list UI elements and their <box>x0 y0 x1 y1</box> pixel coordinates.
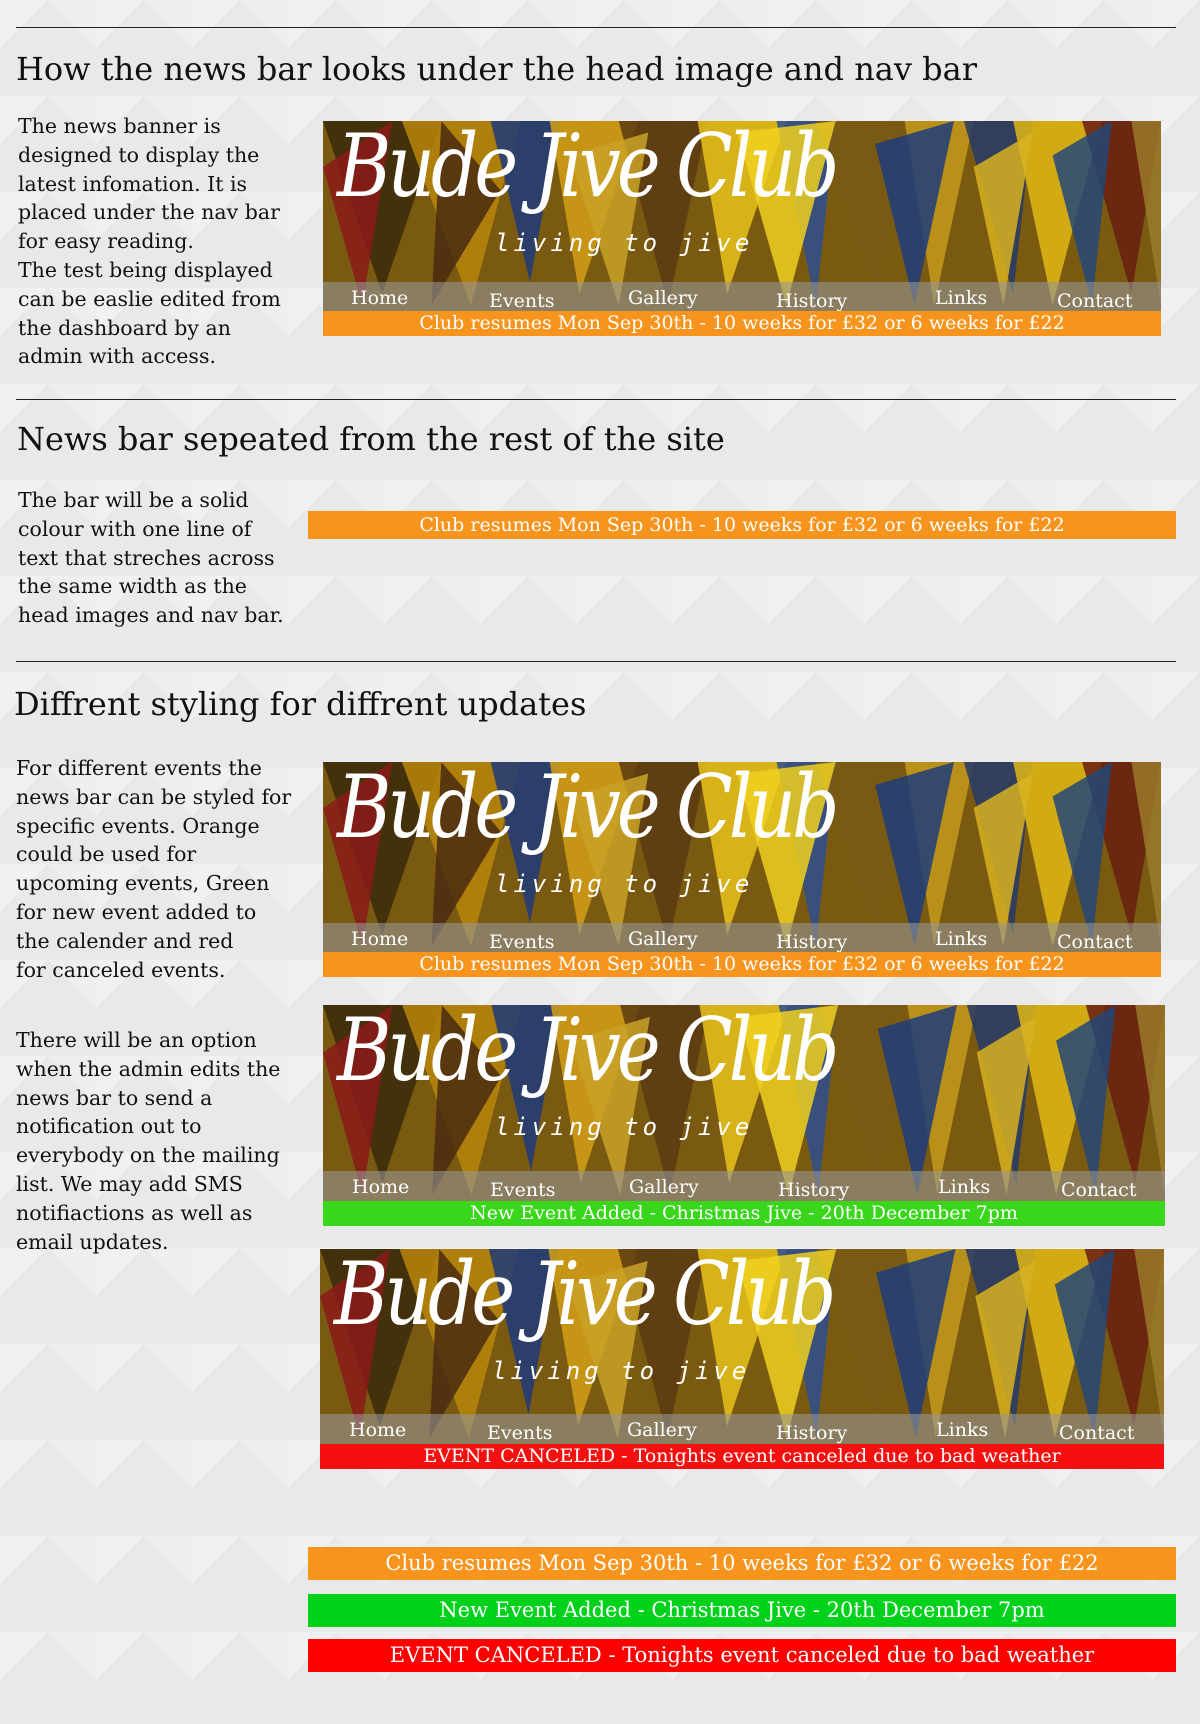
news-bar-sample-red: EVENT CANCELED - Tonights event canceled… <box>308 1639 1176 1672</box>
nav-bar: Home Events Gallery History Links Contact <box>320 1414 1164 1444</box>
banner-mockup-orange-2: Bude Jive Club living to jive Home Events Ga… <box>323 757 1161 977</box>
logo-wordmark: Bude Jive Club <box>337 999 839 1101</box>
section-paragraph-notifications: There will be an option when the admin e… <box>16 1028 281 1254</box>
nav-item-links[interactable]: Links <box>936 1419 988 1441</box>
nav-item-home[interactable]: Home <box>351 287 408 309</box>
nav-item-home[interactable]: Home <box>351 928 408 950</box>
divider <box>16 661 1176 662</box>
section-paragraph-news-bar-look: The news banner is designed to display t… <box>18 114 281 369</box>
nav-item-home[interactable]: Home <box>352 1176 409 1198</box>
banner-mockup-red: Bude Jive Club living to jive Home Events Ga… <box>320 1244 1164 1469</box>
section-heading-news-bar-look: How the news bar looks under the head im… <box>16 50 977 88</box>
nav-item-gallery[interactable]: Gallery <box>629 1176 699 1198</box>
nav-item-gallery[interactable]: Gallery <box>628 287 698 309</box>
news-bar-red: EVENT CANCELED - Tonights event canceled… <box>320 1444 1164 1469</box>
nav-item-events[interactable]: Events <box>489 931 554 953</box>
news-bar-orange: Club resumes Mon Sep 30th - 10 weeks for… <box>323 311 1161 336</box>
nav-item-links[interactable]: Links <box>935 928 987 950</box>
section-paragraph-different-styling: For different events the news bar can be… <box>16 756 292 982</box>
section-heading-different-styling: Diffrent styling for diffrent updates <box>14 685 587 723</box>
nav-item-contact[interactable]: Contact <box>1057 290 1132 312</box>
divider <box>16 27 1176 28</box>
banner-mockup-orange-1: Bude Jive Club living to jive Home Events Ga… <box>323 116 1161 336</box>
nav-bar: Home Events Gallery History Links Contact <box>323 282 1161 312</box>
nav-bar: Home Events Gallery History Links Contact <box>323 1171 1165 1201</box>
nav-item-gallery[interactable]: Gallery <box>628 928 698 950</box>
nav-item-history[interactable]: History <box>778 1179 849 1201</box>
nav-item-contact[interactable]: Contact <box>1059 1422 1134 1444</box>
nav-item-history[interactable]: History <box>776 290 847 312</box>
news-bar-standalone-orange: Club resumes Mon Sep 30th - 10 weeks for… <box>308 511 1176 539</box>
nav-item-links[interactable]: Links <box>935 287 987 309</box>
logo-tagline: living to jive <box>495 1113 754 1141</box>
nav-item-history[interactable]: History <box>776 931 847 953</box>
nav-item-contact[interactable]: Contact <box>1061 1179 1136 1201</box>
divider <box>16 399 1176 400</box>
logo-tagline: living to jive <box>495 229 754 257</box>
nav-item-events[interactable]: Events <box>487 1422 552 1444</box>
nav-item-links[interactable]: Links <box>938 1176 990 1198</box>
news-bar-orange: Club resumes Mon Sep 30th - 10 weeks for… <box>323 952 1161 977</box>
logo-wordmark: Bude Jive Club <box>337 115 839 217</box>
banner-mockup-green: Bude Jive Club living to jive Home Events Ga… <box>323 1000 1165 1226</box>
section-heading-news-bar-separated: News bar sepeated from the rest of the s… <box>17 420 725 458</box>
nav-item-events[interactable]: Events <box>489 290 554 312</box>
logo-tagline: living to jive <box>495 870 754 898</box>
news-bar-green: New Event Added - Christmas Jive - 20th … <box>323 1201 1165 1226</box>
nav-item-contact[interactable]: Contact <box>1057 931 1132 953</box>
logo-wordmark: Bude Jive Club <box>337 756 839 858</box>
logo-wordmark: Bude Jive Club <box>334 1243 836 1345</box>
logo-tagline: living to jive <box>492 1357 751 1385</box>
nav-item-events[interactable]: Events <box>490 1179 555 1201</box>
nav-item-gallery[interactable]: Gallery <box>627 1419 697 1441</box>
news-bar-sample-orange: Club resumes Mon Sep 30th - 10 weeks for… <box>308 1547 1176 1580</box>
nav-item-home[interactable]: Home <box>349 1419 406 1441</box>
nav-item-history[interactable]: History <box>776 1422 847 1444</box>
news-bar-sample-green: New Event Added - Christmas Jive - 20th … <box>308 1594 1176 1627</box>
nav-bar: Home Events Gallery History Links Contact <box>323 923 1161 953</box>
section-paragraph-news-bar-separated: The bar will be a solid colour with one … <box>18 488 284 628</box>
